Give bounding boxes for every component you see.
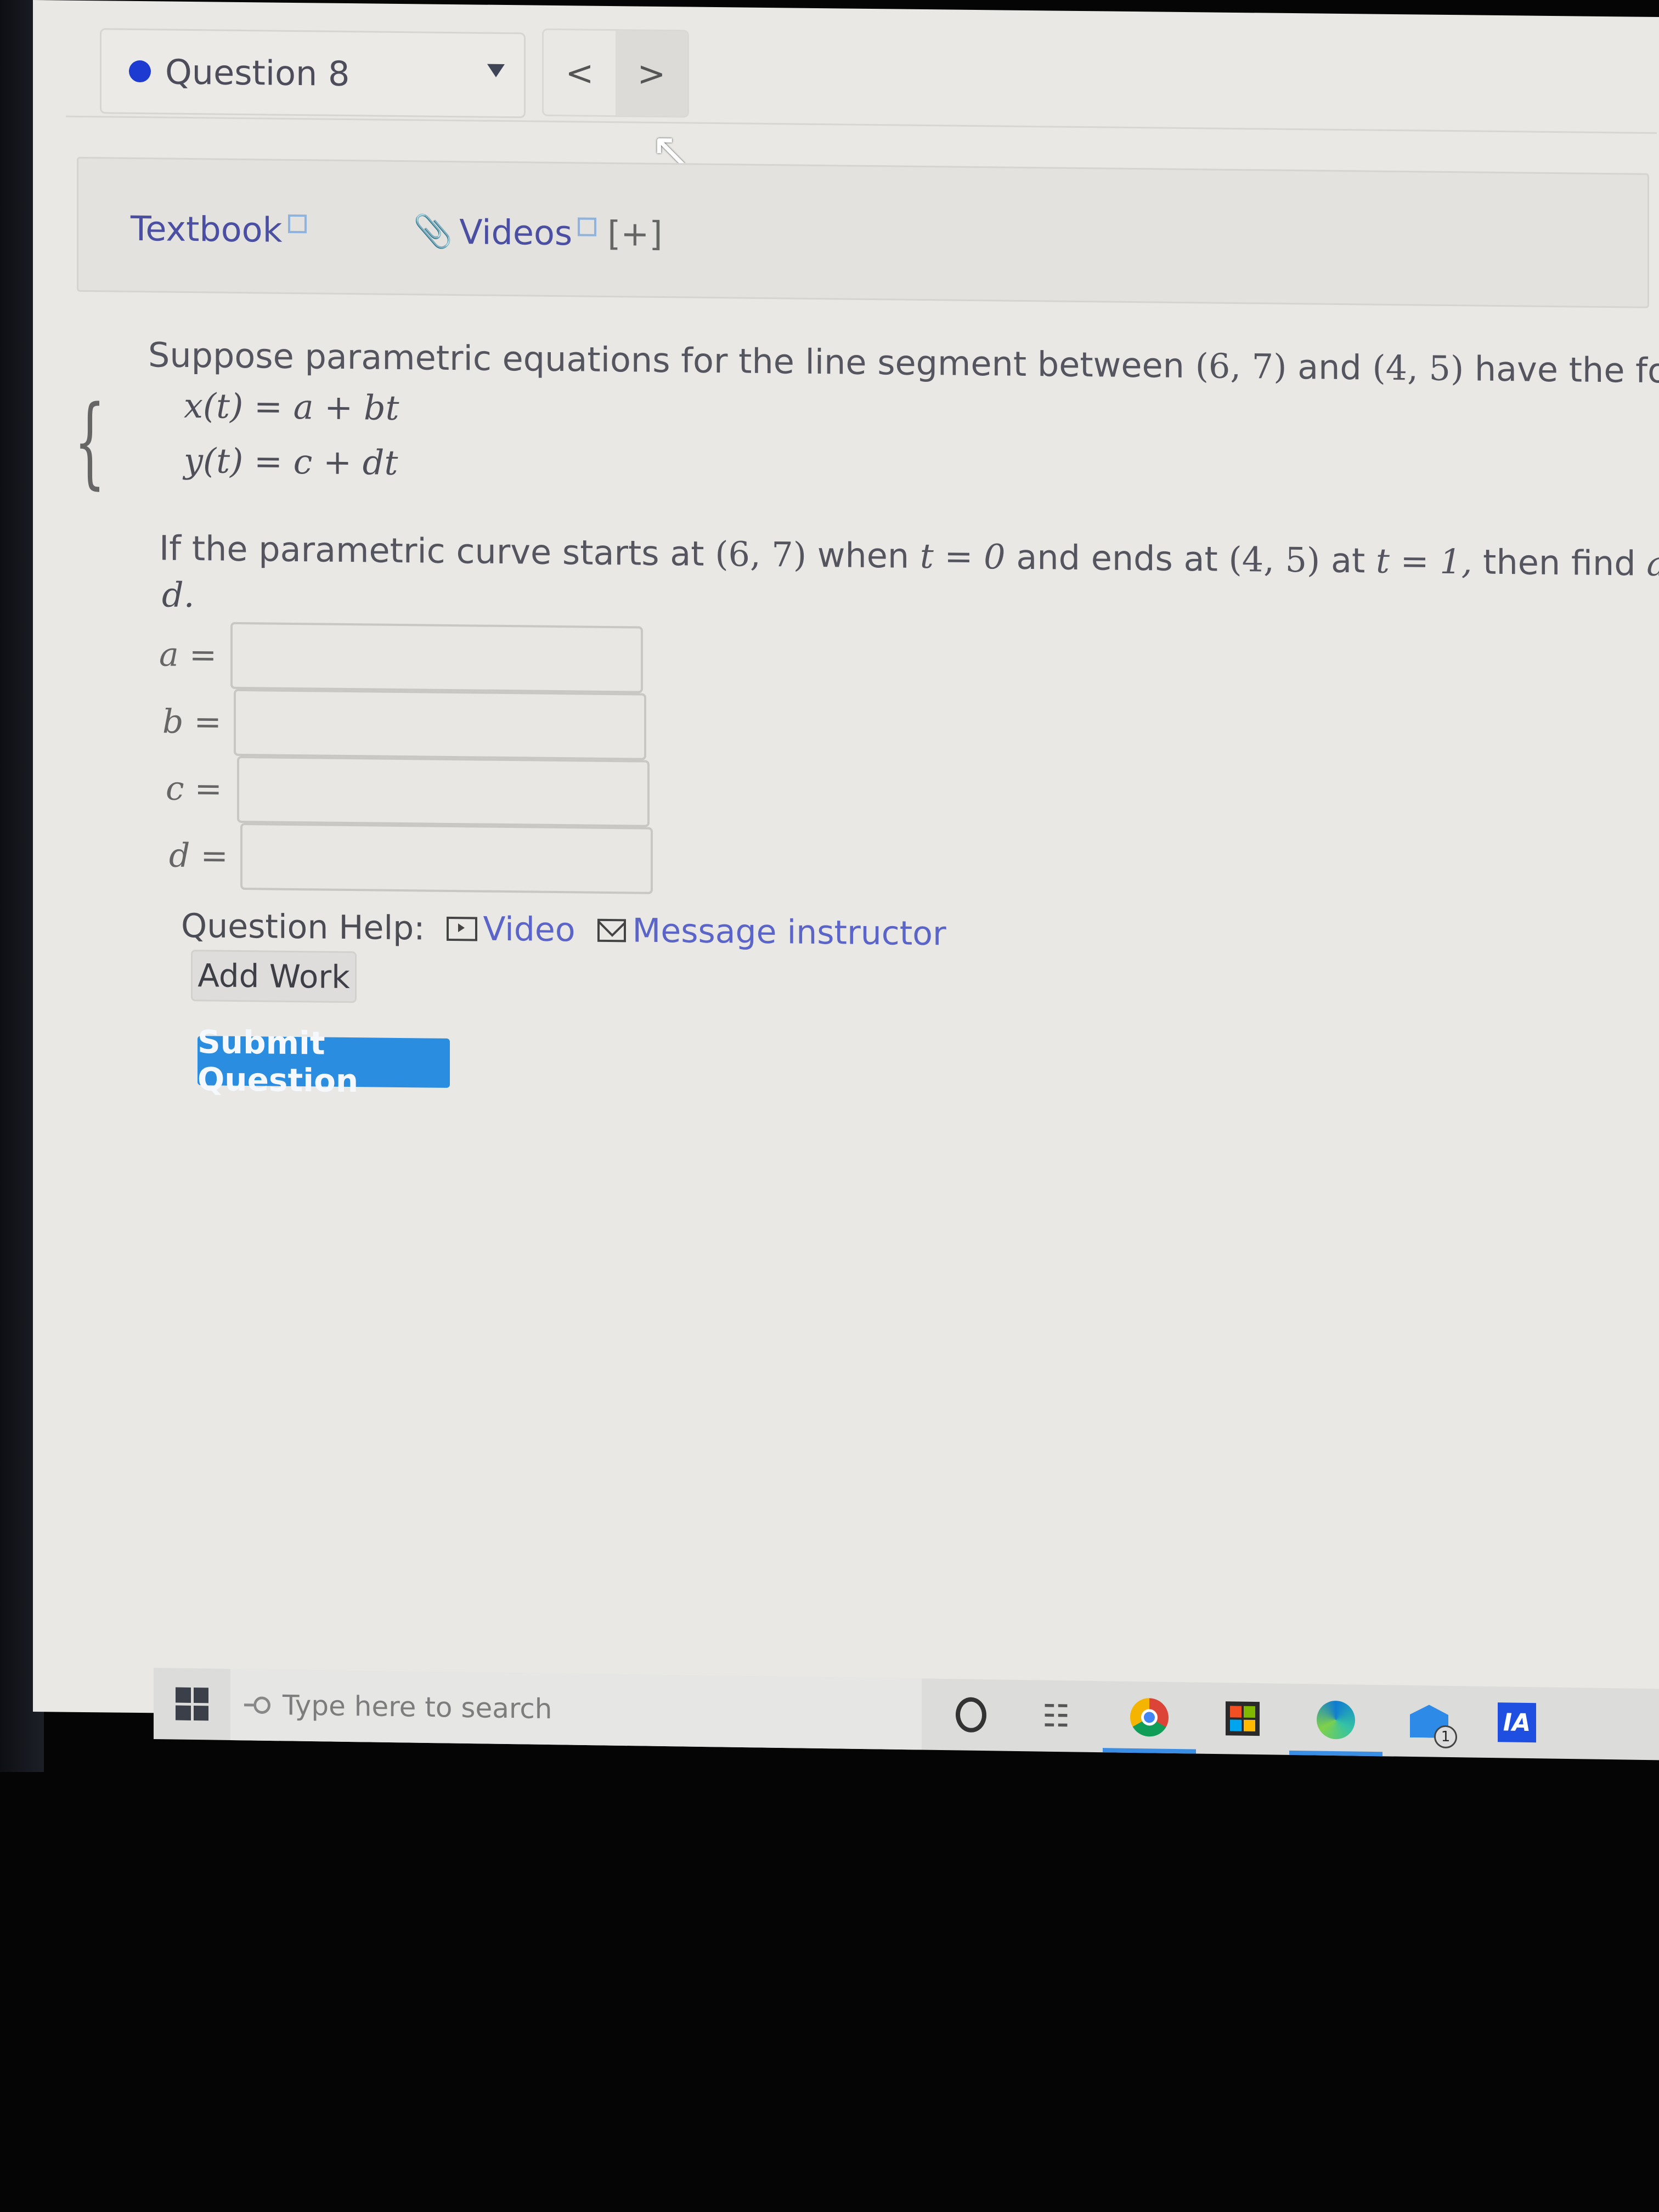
store-taskbar-button[interactable] <box>1223 1699 1262 1738</box>
question-help-label: Question Help: <box>181 906 425 948</box>
windows-start-icon[interactable] <box>176 1687 208 1721</box>
answer-label-b: b = <box>162 702 222 742</box>
expand-videos-toggle[interactable]: [+] <box>607 213 662 254</box>
start-point: (6, 7) <box>715 534 807 575</box>
message-instructor-link[interactable]: Message instructor <box>597 911 946 953</box>
answer-input-d[interactable] <box>240 822 653 894</box>
resources-panel: Textbook 📎 Videos [+] <box>77 156 1649 308</box>
answer-row-d: d = <box>169 822 653 894</box>
answer-row-a: a = <box>159 621 643 693</box>
question-body: Suppose parametric equations for the lin… <box>115 330 1659 615</box>
condition-at: at <box>1330 540 1365 581</box>
chrome-active-indicator <box>1103 1748 1196 1754</box>
next-question-button[interactable]: > <box>616 31 687 116</box>
task-view-button[interactable]: ☷ <box>1037 1696 1075 1735</box>
cortana-button[interactable] <box>952 1695 990 1734</box>
question-condition: If the parametric curve starts at (6, 7)… <box>159 528 1659 585</box>
condition-ends: and ends at <box>1016 537 1218 579</box>
edge-icon <box>1317 1700 1355 1740</box>
status-dot-icon <box>129 60 151 83</box>
appia-taskbar-button[interactable]: IA <box>1498 1702 1536 1743</box>
answer-label-d: d = <box>169 836 228 876</box>
answer-row-b: b = <box>162 688 646 760</box>
videos-label: Videos <box>459 212 573 253</box>
answer-row-c: c = <box>166 755 650 827</box>
answer-input-b[interactable] <box>234 689 646 760</box>
cortana-icon <box>956 1697 986 1733</box>
condition-when: when <box>817 534 910 576</box>
variable-d: d. <box>162 574 195 616</box>
chrome-taskbar-button[interactable] <box>1130 1697 1169 1737</box>
t-one: t = 1, <box>1375 540 1472 582</box>
question-select[interactable]: Question 8 <box>100 28 526 119</box>
t-zero: t = 0 <box>919 535 1006 577</box>
previous-question-button[interactable]: < <box>544 30 616 115</box>
intro-and: and <box>1297 347 1362 388</box>
answer-input-a[interactable] <box>230 622 643 693</box>
question-intro: Suppose parametric equations for the lin… <box>148 335 1659 391</box>
appia-icon: IA <box>1498 1702 1536 1743</box>
left-brace: { <box>74 384 106 500</box>
intro-suffix: have the form: <box>1474 348 1659 392</box>
mail-taskbar-button[interactable]: 1 <box>1410 1702 1457 1749</box>
point-1: (6, 7) <box>1195 346 1287 387</box>
help-video-link[interactable]: Video <box>447 910 575 949</box>
variables-list: a, b, c, <box>1646 543 1659 585</box>
equation-x: x(t) = a + bt <box>184 385 399 428</box>
condition-text: If the parametric curve starts at <box>159 528 704 574</box>
browser-page: Question 8 < > ↖ Textbook 📎 Videos [+] S… <box>33 0 1659 1729</box>
paperclip-icon: 📎 <box>413 212 453 251</box>
caret-down-icon <box>487 64 505 78</box>
video-play-icon <box>447 916 478 941</box>
equation-y: y(t) = c + dt <box>184 440 398 483</box>
question-help: Question Help: Video Message instructor <box>181 907 946 953</box>
search-icon: ⚲ <box>240 1693 276 1717</box>
taskbar-search[interactable]: ⚲ Type here to search <box>230 1668 922 1750</box>
submit-question-button[interactable]: Submit Question <box>198 1023 450 1099</box>
external-link-icon <box>578 217 597 236</box>
question-select-label: Question 8 <box>165 52 350 94</box>
chrome-icon <box>1130 1697 1169 1737</box>
point-2: (4, 5) <box>1372 347 1464 389</box>
answer-input-c[interactable] <box>237 755 650 827</box>
textbook-label: Textbook <box>131 208 283 250</box>
store-icon <box>1226 1701 1260 1736</box>
answer-label-a: a = <box>159 635 217 675</box>
end-point: (4, 5) <box>1228 539 1321 580</box>
condition-find: then find <box>1483 541 1636 584</box>
mail-badge: 1 <box>1434 1725 1457 1749</box>
task-view-icon: ☷ <box>1042 1698 1070 1734</box>
answer-label-c: c = <box>166 769 222 809</box>
external-link-icon <box>287 214 307 233</box>
videos-link[interactable]: 📎 Videos [+] <box>413 211 663 254</box>
edge-active-indicator <box>1289 1750 1383 1757</box>
help-video-label: Video <box>483 910 575 950</box>
envelope-icon <box>597 918 626 943</box>
question-pager: < > <box>542 28 689 118</box>
taskbar-search-placeholder: Type here to search <box>283 1689 552 1725</box>
add-work-button[interactable]: Add Work <box>191 950 357 1003</box>
intro-text: Suppose parametric equations for the lin… <box>148 335 1184 386</box>
textbook-link[interactable]: Textbook <box>131 208 307 250</box>
edge-taskbar-button[interactable] <box>1317 1700 1355 1740</box>
message-instructor-label: Message instructor <box>632 911 946 953</box>
question-nav-bar: Question 8 < > <box>66 22 1657 134</box>
